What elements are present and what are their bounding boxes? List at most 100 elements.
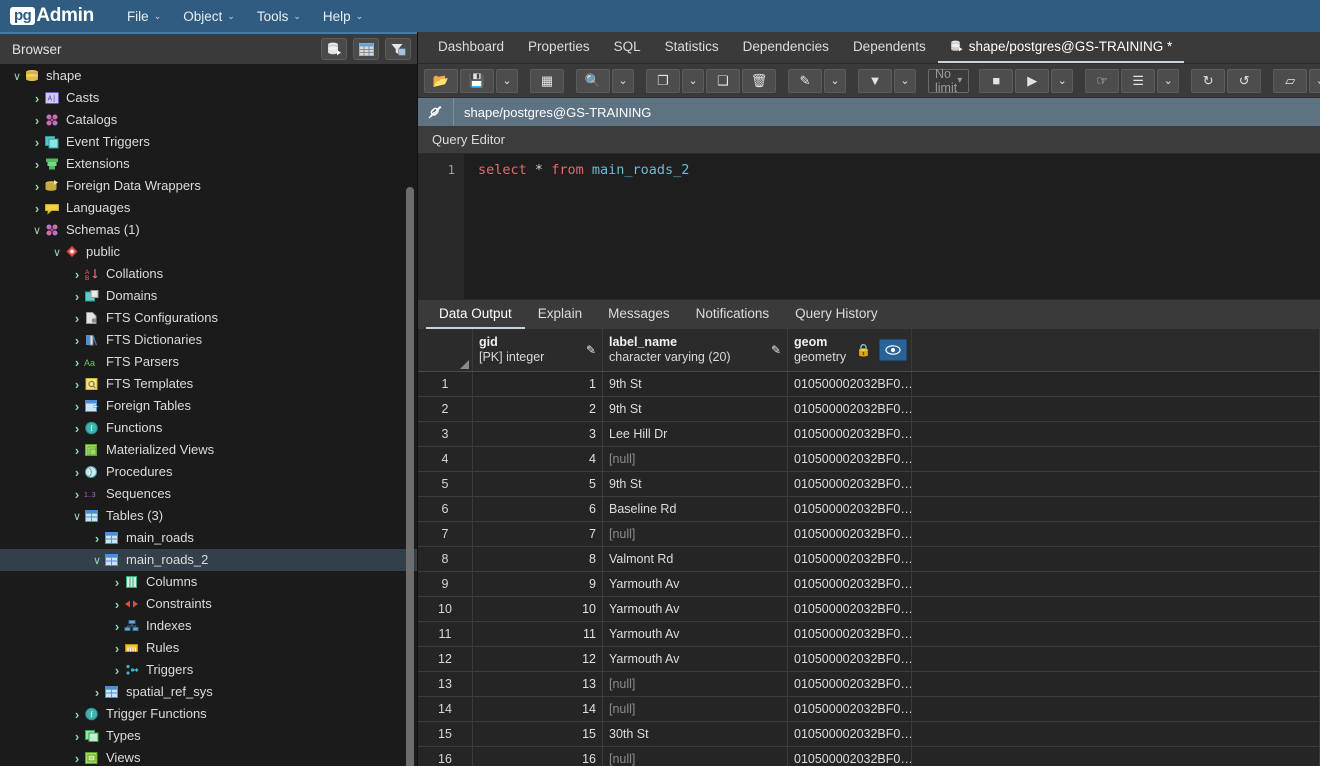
column-header-geom[interactable]: geom geometry 🔒 [788,329,912,371]
chevron-right-icon[interactable]: › [30,179,44,194]
cell-label-name[interactable]: 30th St [603,722,788,746]
cell-gid[interactable]: 11 [473,622,603,646]
save-file-button[interactable]: 💾 [460,68,494,93]
cell-geom[interactable]: 010500002032BF0… [788,497,912,521]
cell-label-name[interactable]: Valmont Rd [603,547,788,571]
cell-gid[interactable]: 4 [473,447,603,471]
cell-gid[interactable]: 16 [473,747,603,766]
output-tab-messages[interactable]: Messages [595,300,683,329]
tree-item-languages[interactable]: › Languages [0,197,417,219]
tree-item-fts-configurations[interactable]: › FTS Configurations [0,307,417,329]
output-tab-data-output[interactable]: Data Output [426,300,525,329]
cell-gid[interactable]: 13 [473,672,603,696]
paste-button[interactable]: ❑ [706,68,740,93]
cell-gid[interactable]: 2 [473,397,603,421]
column-header-label_name[interactable]: label_name character varying (20) ✎ [603,329,788,371]
tab-shape-postgres-gs-training[interactable]: shape/postgres@GS-TRAINING * [937,32,1185,63]
cell-label-name[interactable]: 9th St [603,372,788,396]
tree-item-constraints[interactable]: › Constraints [0,593,417,615]
cell-label-name[interactable]: [null] [603,522,788,546]
stop-query-button[interactable]: ■ [979,68,1014,93]
chevron-right-icon[interactable]: › [70,443,84,458]
object-tree[interactable]: ∨ shape › A| Casts › Catalogs › Event Triggers › E… [0,64,417,766]
cell-geom[interactable]: 010500002032BF0… [788,747,912,766]
tree-item-fts-templates[interactable]: › FTS Templates [0,373,417,395]
chevron-right-icon[interactable]: › [30,135,44,150]
view-data-button[interactable] [353,38,379,60]
cell-geom[interactable]: 010500002032BF0… [788,422,912,446]
chevron-right-icon[interactable]: › [90,531,104,546]
filter-options-button[interactable]: ⌄ [894,68,916,93]
row-number[interactable]: 14 [418,697,473,721]
table-row[interactable]: 9 9 Yarmouth Av 010500002032BF0… [418,572,1320,597]
cell-geom[interactable]: 010500002032BF0… [788,647,912,671]
cell-geom[interactable]: 010500002032BF0… [788,672,912,696]
cell-label-name[interactable]: 9th St [603,472,788,496]
tab-statistics[interactable]: Statistics [653,32,731,63]
cell-gid[interactable]: 5 [473,472,603,496]
open-file-button[interactable]: 📂 [424,68,458,93]
cell-gid[interactable]: 6 [473,497,603,521]
tree-item-shape[interactable]: ∨ shape [0,65,417,87]
chevron-right-icon[interactable]: › [30,91,44,106]
execute-options-button[interactable]: ⌄ [1051,68,1074,93]
cell-label-name[interactable]: Lee Hill Dr [603,422,788,446]
cell-label-name[interactable]: Yarmouth Av [603,622,788,646]
tree-item-public[interactable]: ∨ public [0,241,417,263]
rollback-button[interactable]: ↺ [1227,68,1262,93]
menu-file[interactable]: File ⌄ [116,4,172,29]
edit-menu-caret[interactable]: ⌄ [824,68,846,93]
tree-item-tables-3[interactable]: ∨ Tables (3) [0,505,417,527]
menu-tools[interactable]: Tools ⌄ [246,4,312,29]
chevron-right-icon[interactable]: › [70,751,84,766]
cell-gid[interactable]: 7 [473,522,603,546]
chevron-right-icon[interactable]: › [70,487,84,502]
data-output-grid[interactable]: gid [PK] integer ✎ label_name character vary… [418,329,1320,766]
tree-item-procedures[interactable]: › Procedures [0,461,417,483]
table-row[interactable]: 12 12 Yarmouth Av 010500002032BF0… [418,647,1320,672]
table-row[interactable]: 15 15 30th St 010500002032BF0… [418,722,1320,747]
cell-geom[interactable]: 010500002032BF0… [788,572,912,596]
sidebar-scrollbar[interactable] [406,187,414,766]
row-number[interactable]: 15 [418,722,473,746]
table-row[interactable]: 11 11 Yarmouth Av 010500002032BF0… [418,622,1320,647]
cell-label-name[interactable]: [null] [603,697,788,721]
tree-item-catalogs[interactable]: › Catalogs [0,109,417,131]
table-row[interactable]: 14 14 [null] 010500002032BF0… [418,697,1320,722]
tree-item-triggers[interactable]: › Triggers [0,659,417,681]
chevron-right-icon[interactable]: › [30,113,44,128]
chevron-right-icon[interactable]: › [110,663,124,678]
tree-item-schemas-1[interactable]: ∨ Schemas (1) [0,219,417,241]
clear-button[interactable]: ▱ [1273,68,1308,93]
cell-geom[interactable]: 010500002032BF0… [788,722,912,746]
delete-button[interactable]: 🗑 [742,68,776,93]
table-row[interactable]: 10 10 Yarmouth Av 010500002032BF0… [418,597,1320,622]
table-row[interactable]: 16 16 [null] 010500002032BF0… [418,747,1320,766]
find-options-button[interactable]: ⌄ [612,68,634,93]
pencil-icon[interactable]: ✎ [586,343,596,357]
explain-button[interactable]: ☞ [1085,68,1120,93]
output-tab-notifications[interactable]: Notifications [683,300,783,329]
chevron-right-icon[interactable]: › [70,707,84,722]
chevron-right-icon[interactable]: › [70,399,84,414]
chevron-right-icon[interactable]: › [70,421,84,436]
cell-gid[interactable]: 9 [473,572,603,596]
row-number[interactable]: 10 [418,597,473,621]
tree-item-columns[interactable]: › Columns [0,571,417,593]
row-number[interactable]: 13 [418,672,473,696]
cell-geom[interactable]: 010500002032BF0… [788,397,912,421]
output-tab-query-history[interactable]: Query History [782,300,891,329]
object-tab-bar[interactable]: Dashboard Properties SQL Statistics Dependen… [418,32,1320,64]
cell-geom[interactable]: 010500002032BF0… [788,622,912,646]
table-row[interactable]: 8 8 Valmont Rd 010500002032BF0… [418,547,1320,572]
row-number[interactable]: 16 [418,747,473,766]
tree-item-domains[interactable]: › Domains [0,285,417,307]
chevron-right-icon[interactable]: › [70,333,84,348]
copy-options-button[interactable]: ⌄ [682,68,704,93]
edit-grid-button[interactable]: ▦ [530,68,564,93]
tab-dependents[interactable]: Dependents [841,32,938,63]
cell-label-name[interactable]: Yarmouth Av [603,572,788,596]
query-tool-button[interactable] [321,38,347,60]
query-tool-toolbar[interactable]: 📂💾⌄▦🔍⌄❐⌄❑🗑✎⌄▼⌄No limit▾■▶⌄☞☰⌄↻↺▱⌄⬇ [418,64,1320,98]
row-limit-select[interactable]: No limit ▾ [928,67,970,95]
